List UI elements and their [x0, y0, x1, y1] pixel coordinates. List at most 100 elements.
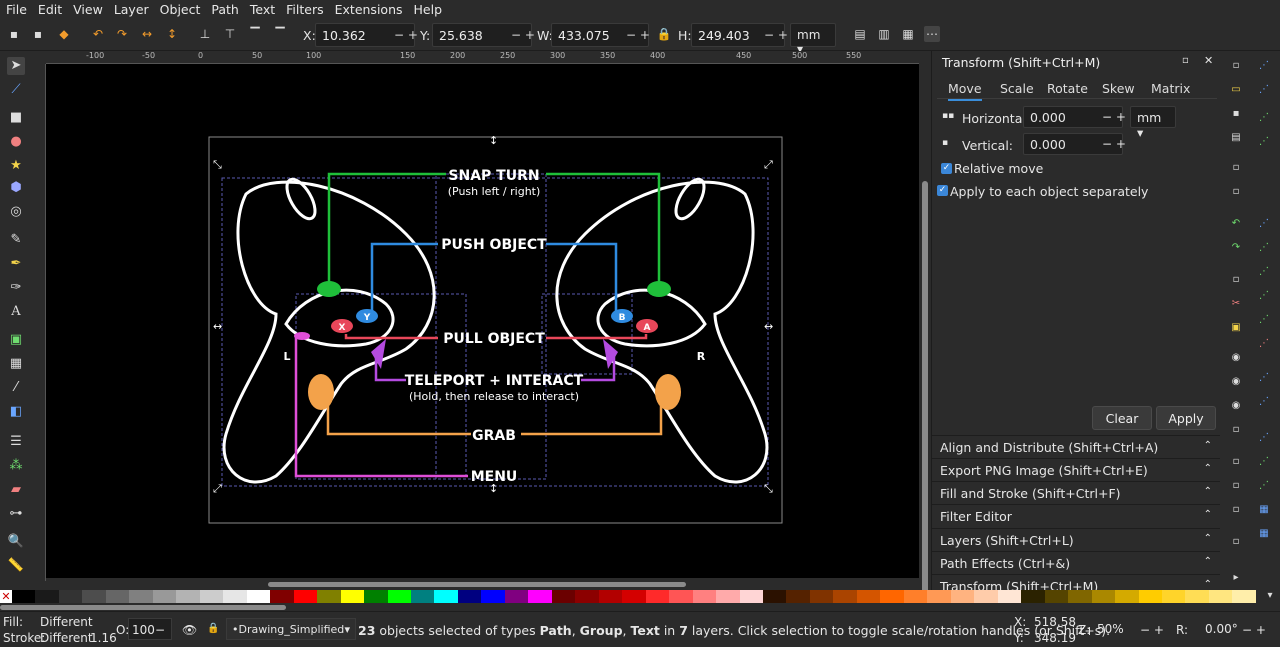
panel-close-icon[interactable]: ✕	[1204, 54, 1213, 67]
palette-swatch[interactable]	[504, 590, 529, 603]
menu-layer[interactable]: Layer	[110, 2, 156, 17]
menu-extensions[interactable]: Extensions	[331, 2, 410, 17]
move-gradients-icon[interactable]: ▦	[900, 26, 916, 42]
palette-swatch[interactable]	[1208, 590, 1233, 603]
palette-swatch[interactable]	[974, 590, 998, 603]
node-tool-icon[interactable]: ⟋	[7, 81, 25, 99]
palette-swatch[interactable]	[763, 590, 787, 603]
snap-intersections-icon[interactable]: ⋰	[1257, 265, 1271, 279]
vertical-scrollbar[interactable]	[919, 51, 931, 621]
lower-to-bottom-icon[interactable]: ⊥	[197, 26, 213, 42]
palette-swatch[interactable]	[903, 590, 928, 603]
snap-cusp-icon[interactable]: ⋰	[1257, 289, 1271, 303]
paint-bucket-tool-icon[interactable]: ◧	[7, 403, 25, 421]
palette-swatch[interactable]	[997, 590, 1022, 603]
palette-swatch[interactable]	[856, 590, 881, 603]
dock-path-effects[interactable]: Path Effects (Ctrl+&) ⌃	[932, 551, 1220, 573]
palette-swatch[interactable]	[1068, 590, 1092, 603]
palette-swatch[interactable]	[950, 590, 975, 603]
palette-swatch[interactable]	[223, 590, 247, 603]
palette-swatch[interactable]	[176, 590, 200, 603]
menu-file[interactable]: File	[2, 2, 34, 17]
ellipse-tool-icon[interactable]: ●	[7, 133, 25, 151]
tab-move[interactable]: Move	[948, 81, 982, 101]
menu-filters[interactable]: Filters	[282, 2, 330, 17]
snap-bbox-corners-icon[interactable]: ⋰	[1257, 135, 1271, 149]
horizontal-stepper[interactable]: − +	[1102, 110, 1126, 124]
unlink-clone-icon[interactable]: ▫	[1229, 503, 1243, 517]
palette-swatch[interactable]	[645, 590, 670, 603]
palette-swatch[interactable]	[246, 590, 271, 603]
horizontal-ruler[interactable]: -100 -50 0 50 100 150 200 250 300 350 40…	[46, 51, 919, 64]
zoom-drawing-icon[interactable]: ◉	[1229, 375, 1243, 389]
menu-view[interactable]: View	[69, 2, 110, 17]
palette-swatch[interactable]	[340, 590, 365, 603]
palette-swatch[interactable]	[809, 590, 834, 603]
palette-swatch[interactable]	[528, 590, 552, 603]
new-document-icon[interactable]: ▫	[1229, 59, 1243, 73]
rotation-input[interactable]: 0.00°	[1200, 618, 1242, 640]
save-icon[interactable]: ▪	[1229, 107, 1243, 121]
zoom-width-icon[interactable]: ▫	[1229, 423, 1243, 437]
measure-tool-icon[interactable]: 📏	[7, 557, 25, 575]
palette-swatch[interactable]	[692, 590, 717, 603]
export-icon[interactable]: ▫	[1229, 185, 1243, 199]
zoom-input[interactable]: 50%	[1092, 618, 1138, 640]
tab-matrix[interactable]: Matrix	[1151, 81, 1190, 96]
canvas[interactable]: Y X B A SNAP TURN (Push left / right) PU…	[46, 64, 919, 578]
palette-swatch[interactable]	[786, 590, 810, 603]
palette-swatch[interactable]	[364, 590, 388, 603]
toggle-visibility-icon[interactable]: 👁	[182, 623, 197, 637]
palette-swatch[interactable]	[1021, 590, 1045, 603]
lock-layer-icon[interactable]: 🔒	[207, 623, 219, 634]
palette-swatch[interactable]	[12, 590, 36, 603]
palette-swatch[interactable]	[598, 590, 623, 603]
palette-swatch[interactable]	[270, 590, 294, 603]
snap-text-baseline-icon[interactable]: ⋰	[1257, 431, 1271, 445]
rotation-stepper[interactable]: − +	[1242, 623, 1266, 637]
zoom-tool-icon[interactable]: 🔍	[7, 533, 25, 551]
panel-float-icon[interactable]: ▫	[1182, 55, 1189, 66]
mesh-tool-icon[interactable]: ▦	[7, 355, 25, 373]
eraser-tool-icon[interactable]: ▰	[7, 481, 25, 499]
vertical-ruler[interactable]	[32, 64, 46, 581]
palette-swatch[interactable]	[481, 590, 505, 603]
lock-ratio-icon[interactable]: 🔒	[656, 26, 672, 42]
pen-tool-icon[interactable]: ✒	[7, 255, 25, 273]
panel-unit-select[interactable]: mm ▾	[1130, 106, 1176, 140]
menu-help[interactable]: Help	[410, 2, 450, 17]
3d-box-tool-icon[interactable]: ⬢	[7, 179, 25, 197]
horizontal-scrollbar-thumb[interactable]	[268, 582, 686, 587]
color-palette[interactable]	[12, 590, 1256, 603]
node-edit-icon[interactable]: ▫	[1229, 535, 1243, 549]
menu-text[interactable]: Text	[246, 2, 282, 17]
clear-button[interactable]: Clear	[1092, 406, 1152, 430]
palette-swatch[interactable]	[434, 590, 458, 603]
import-icon[interactable]: ▫	[1229, 161, 1243, 175]
undo-icon[interactable]: ↶	[1229, 217, 1243, 231]
spray-tool-icon[interactable]: ⁂	[7, 457, 25, 475]
calligraphy-tool-icon[interactable]: ✑	[7, 279, 25, 297]
palette-swatch[interactable]	[410, 590, 435, 603]
palette-swatch[interactable]	[199, 590, 224, 603]
palette-scrollbar[interactable]	[0, 603, 1280, 611]
drawing-svg[interactable]: Y X B A SNAP TURN (Push left / right) PU…	[46, 64, 919, 578]
snap-grids-icon[interactable]: ⋰	[1257, 479, 1271, 493]
palette-swatch[interactable]	[293, 590, 318, 603]
palette-scrollbar-thumb[interactable]	[0, 605, 286, 610]
dock-fill-stroke[interactable]: Fill and Stroke (Shift+Ctrl+F) ⌃	[932, 481, 1220, 503]
palette-swatch[interactable]	[551, 590, 576, 603]
flip-vertical-icon[interactable]: ↕	[164, 26, 180, 42]
palette-swatch[interactable]	[622, 590, 646, 603]
snap-paths-icon[interactable]: ⋰	[1257, 241, 1271, 255]
palette-swatch[interactable]	[387, 590, 411, 603]
palette-swatch[interactable]	[575, 590, 599, 603]
y-stepper[interactable]: − +	[511, 28, 535, 42]
palette-swatch[interactable]	[1185, 590, 1209, 603]
palette-swatch[interactable]	[317, 590, 341, 603]
palette-swatch[interactable]	[1138, 590, 1162, 603]
snap-nodes-icon[interactable]: ⋰	[1257, 217, 1271, 231]
stroke-value[interactable]: Different	[40, 631, 93, 645]
snap-smooth-icon[interactable]: ⋰	[1257, 313, 1271, 327]
palette-swatch[interactable]	[739, 590, 763, 603]
